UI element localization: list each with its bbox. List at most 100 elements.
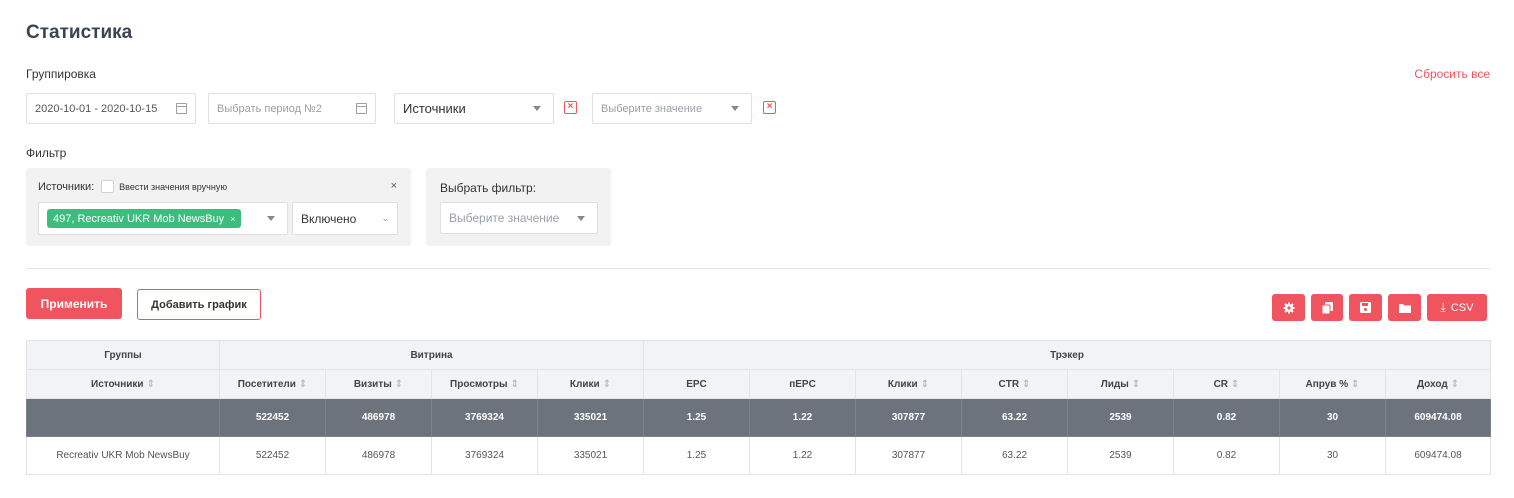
column-header[interactable]: Визиты ⇕ <box>325 369 432 399</box>
sort-icon[interactable]: ⇕ <box>603 379 611 390</box>
column-header[interactable]: Лиды ⇕ <box>1067 369 1174 399</box>
table-cell: 335021 <box>537 436 644 475</box>
column-header[interactable]: Просмотры ⇕ <box>431 369 538 399</box>
group-select-value: Источники <box>403 101 466 116</box>
tag-remove-icon[interactable]: × <box>230 214 235 224</box>
sort-icon[interactable]: ⇕ <box>147 379 155 390</box>
column-header[interactable]: Клики ⇕ <box>537 369 644 399</box>
column-header[interactable]: Клики ⇕ <box>855 369 962 399</box>
date-range-picker[interactable]: 2020-10-01 - 2020-10-15 <box>26 93 196 124</box>
table-cell: 63.22 <box>961 436 1068 475</box>
gear-icon <box>1283 302 1294 313</box>
table-cell <box>26 398 220 437</box>
column-header-label: CTR <box>998 378 1020 390</box>
table-cell: 522452 <box>219 398 326 437</box>
column-header-row: Источники ⇕ Посетители ⇕ Визиты ⇕ Просмотры ⇕ Кл… <box>26 369 1492 399</box>
column-header-label: Доход <box>1416 378 1448 390</box>
source-tag-label: 497, Recreativ UKR Mob NewsBuy <box>53 212 225 225</box>
csv-label: CSV <box>1450 301 1474 314</box>
table-cell: 3769324 <box>431 436 538 475</box>
table-cell: 609474.08 <box>1384 398 1492 437</box>
filter-state-value: Включено <box>301 211 357 226</box>
table-cell: 335021 <box>537 398 644 437</box>
export-csv-button[interactable]: ⤓ CSV <box>1427 294 1487 321</box>
column-header[interactable]: Апрув % ⇕ <box>1279 369 1386 399</box>
column-header[interactable]: Источники ⇕ <box>26 369 220 399</box>
sort-icon[interactable]: ⇕ <box>1451 379 1459 390</box>
column-header-label: Апрув % <box>1305 378 1349 390</box>
close-filter-icon[interactable]: × <box>391 180 397 192</box>
table-cell: 1.22 <box>749 436 856 475</box>
table-cell: 30 <box>1279 398 1386 437</box>
column-header-label: пEPC <box>789 378 816 390</box>
table-cell: 63.22 <box>961 398 1068 437</box>
group-value-select[interactable]: Выберите значение <box>592 93 752 124</box>
page-title: Статистика <box>26 22 133 43</box>
save-button[interactable] <box>1349 294 1382 321</box>
source-filter-label: Источники: <box>38 180 95 193</box>
sort-icon[interactable]: ⇕ <box>511 379 519 390</box>
filter-state-select[interactable]: Включено ⌄ <box>292 202 398 235</box>
table-cell: 609474.08 <box>1384 436 1492 475</box>
table-cell: 486978 <box>325 398 432 437</box>
column-header[interactable]: Посетители ⇕ <box>219 369 326 399</box>
table-cell: 1.25 <box>643 436 750 475</box>
group-header-showcase: Витрина <box>219 340 644 370</box>
save-icon <box>1360 302 1371 313</box>
column-header[interactable]: Доход ⇕ <box>1384 369 1492 399</box>
table-cell: 0.82 <box>1173 398 1280 437</box>
table-cell: 2539 <box>1067 436 1174 475</box>
column-header[interactable]: CTR ⇕ <box>961 369 1068 399</box>
source-tag: 497, Recreativ UKR Mob NewsBuy × <box>47 209 242 228</box>
table-row: Recreativ UKR Mob NewsBuy 522452 486978 376… <box>26 436 1492 475</box>
add-chart-button[interactable]: Добавить график <box>137 289 261 320</box>
sort-icon[interactable]: ⇕ <box>1351 379 1359 390</box>
calendar-icon <box>176 103 187 114</box>
table-cell: 3769324 <box>431 398 538 437</box>
sort-icon[interactable]: ⇕ <box>299 379 307 390</box>
remove-value-icon[interactable]: × <box>763 101 776 114</box>
sort-icon[interactable]: ⇕ <box>921 379 929 390</box>
column-header[interactable]: CR ⇕ <box>1173 369 1280 399</box>
divider <box>26 268 1490 269</box>
chevron-down-icon: ⌄ <box>381 213 389 223</box>
column-header-label: Клики <box>887 378 918 390</box>
choose-filter-label: Выбрать фильтр: <box>440 181 537 195</box>
group-header-tracker: Трэкер <box>642 340 1492 370</box>
column-header-label: Источники <box>91 378 144 390</box>
date-range-value: 2020-10-01 - 2020-10-15 <box>35 102 158 115</box>
settings-button[interactable] <box>1272 294 1305 321</box>
reset-all-link[interactable]: Сбросить все <box>1414 67 1490 81</box>
column-header: пEPC <box>749 369 856 399</box>
filter-label: Фильтр <box>26 146 67 160</box>
group-select[interactable]: Источники <box>394 93 554 124</box>
table-cell: 307877 <box>855 398 962 437</box>
group-header-groups: Группы <box>26 340 220 370</box>
grouping-label: Группировка <box>26 67 96 81</box>
sort-icon[interactable]: ⇕ <box>1132 379 1140 390</box>
sort-icon[interactable]: ⇕ <box>1022 379 1030 390</box>
folder-icon <box>1398 303 1411 313</box>
sort-icon[interactable]: ⇕ <box>1231 379 1239 390</box>
copy-button[interactable] <box>1311 294 1343 321</box>
table-cell: 1.22 <box>749 398 856 437</box>
column-header-label: EPC <box>686 378 707 390</box>
column-header-label: Клики <box>569 378 600 390</box>
remove-group-icon[interactable]: × <box>564 101 577 114</box>
column-header: EPC <box>643 369 750 399</box>
table-cell: 307877 <box>855 436 962 475</box>
table-cell: 1.25 <box>643 398 750 437</box>
total-row: 522452 486978 3769324 335021 1.25 1.22 307877 6… <box>26 398 1492 437</box>
table-cell: 486978 <box>325 436 432 475</box>
table-cell: Recreativ UKR Mob NewsBuy <box>26 436 220 475</box>
caret-down-icon <box>267 216 275 221</box>
period2-placeholder: Выбрать период №2 <box>217 102 322 115</box>
sort-icon[interactable]: ⇕ <box>395 379 403 390</box>
open-folder-button[interactable] <box>1388 294 1421 321</box>
stats-table: Группы Витрина Трэкер Источники ⇕ Посетите… <box>26 340 1492 475</box>
source-multiselect[interactable]: 497, Recreativ UKR Mob NewsBuy × <box>38 202 288 235</box>
choose-filter-select[interactable]: Выберите значение <box>440 202 598 234</box>
period2-picker[interactable]: Выбрать период №2 <box>208 93 376 124</box>
manual-entry-checkbox[interactable] <box>101 180 115 193</box>
apply-button[interactable]: Применить <box>26 288 122 319</box>
